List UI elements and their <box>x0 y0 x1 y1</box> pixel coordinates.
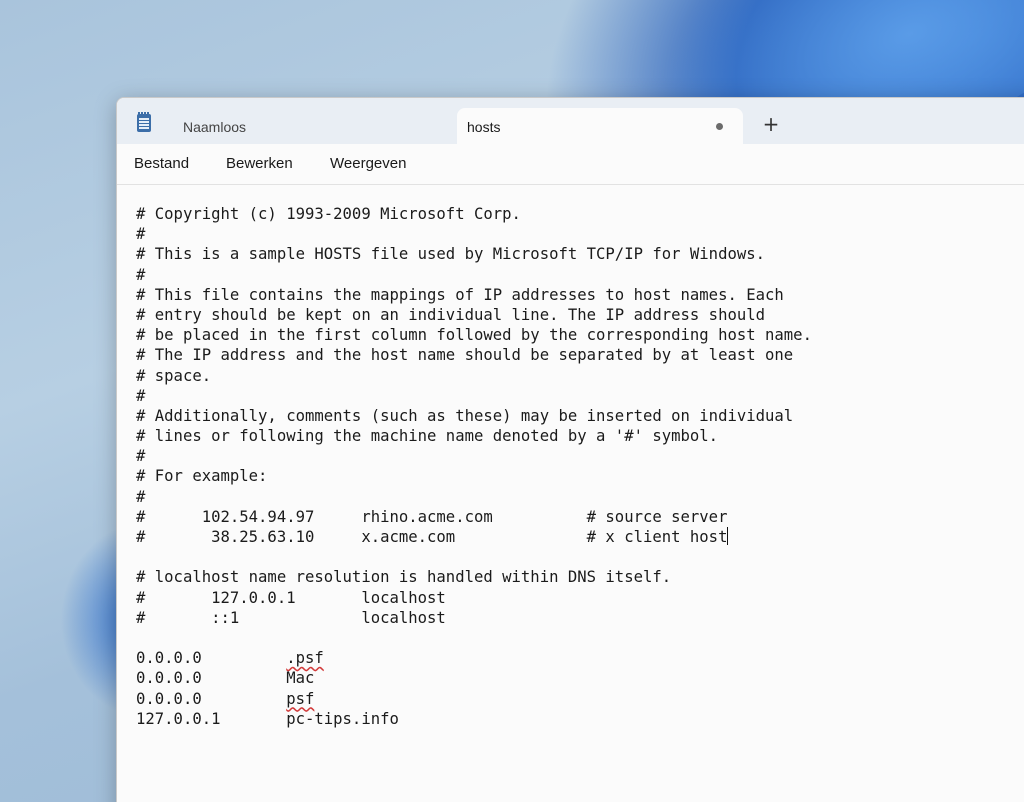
editor-line[interactable]: # Copyright (c) 1993-2009 Microsoft Corp… <box>136 204 812 224</box>
editor-line[interactable]: # For example: <box>136 466 812 486</box>
editor-line[interactable]: # Additionally, comments (such as these)… <box>136 406 812 426</box>
editor-line[interactable]: # 38.25.63.10 x.acme.com # x client host <box>136 527 812 547</box>
editor-line[interactable]: 127.0.0.1 pc-tips.info <box>136 709 812 729</box>
desktop-wallpaper: Naamloos hosts + Bestand Bewerken Weerge… <box>0 0 1024 802</box>
menu-bewerken[interactable]: Bewerken <box>226 155 293 172</box>
editor-line[interactable]: # <box>136 386 812 406</box>
editor-line[interactable]: # ::1 localhost <box>136 608 812 628</box>
menu-bestand[interactable]: Bestand <box>134 155 189 172</box>
editor-line[interactable]: # be placed in the first column followed… <box>136 325 812 345</box>
new-tab-button[interactable]: + <box>761 114 781 134</box>
editor-content[interactable]: # Copyright (c) 1993-2009 Microsoft Corp… <box>136 204 812 729</box>
editor-line[interactable]: 0.0.0.0 .psf <box>136 648 812 668</box>
editor-line[interactable]: # lines or following the machine name de… <box>136 426 812 446</box>
spellcheck-error[interactable]: .psf <box>286 649 324 667</box>
editor-line[interactable]: # <box>136 487 812 507</box>
tab-bar: Naamloos hosts + <box>117 98 1024 144</box>
menu-weergeven[interactable]: Weergeven <box>330 155 406 172</box>
editor-line[interactable]: # 127.0.0.1 localhost <box>136 588 812 608</box>
notepad-icon <box>137 112 151 132</box>
tab-label: Naamloos <box>183 119 247 135</box>
editor-line[interactable]: 0.0.0.0 Mac <box>136 668 812 688</box>
text-caret <box>727 527 729 545</box>
notepad-window: Naamloos hosts + Bestand Bewerken Weerge… <box>116 97 1024 802</box>
editor-line[interactable]: # This file contains the mappings of IP … <box>136 285 812 305</box>
text-editor[interactable]: # Copyright (c) 1993-2009 Microsoft Corp… <box>117 185 1024 802</box>
menu-bar: Bestand Bewerken Weergeven <box>117 144 1024 185</box>
spellcheck-error[interactable]: psf <box>286 690 314 708</box>
editor-line[interactable]: # entry should be kept on an individual … <box>136 305 812 325</box>
editor-line[interactable]: # <box>136 224 812 244</box>
editor-line[interactable]: # This is a sample HOSTS file used by Mi… <box>136 244 812 264</box>
editor-line[interactable] <box>136 547 812 567</box>
editor-line[interactable]: # <box>136 446 812 466</box>
editor-line[interactable] <box>136 628 812 648</box>
tab-label: hosts <box>467 119 501 135</box>
unsaved-changes-dot-icon[interactable] <box>716 123 723 130</box>
editor-line[interactable]: 0.0.0.0 psf <box>136 689 812 709</box>
tab-hosts[interactable]: hosts <box>457 108 743 144</box>
editor-line[interactable]: # localhost name resolution is handled w… <box>136 567 812 587</box>
editor-line[interactable]: # The IP address and the host name shoul… <box>136 345 812 365</box>
editor-line[interactable]: # <box>136 265 812 285</box>
editor-line[interactable]: # space. <box>136 366 812 386</box>
tab-naamloos[interactable]: Naamloos <box>173 108 453 144</box>
editor-line[interactable]: # 102.54.94.97 rhino.acme.com # source s… <box>136 507 812 527</box>
